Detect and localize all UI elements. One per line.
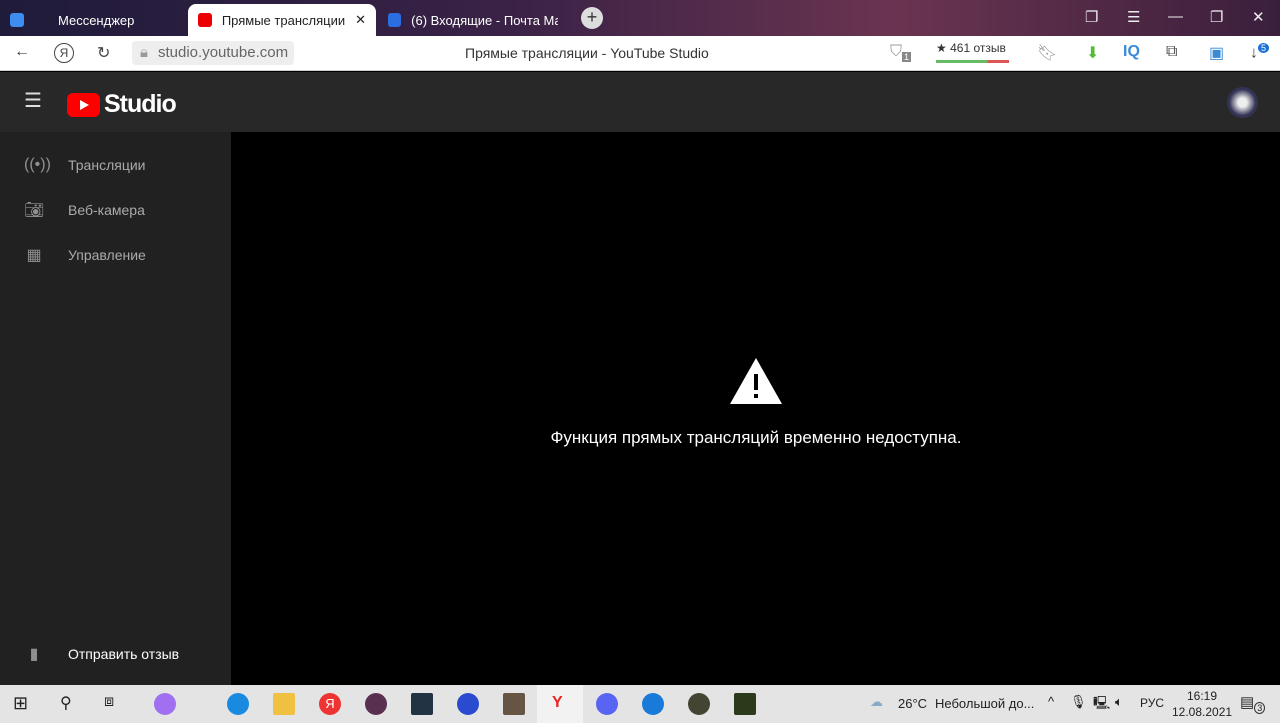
task-view-icon[interactable]: ⧈ — [104, 693, 114, 711]
sidebar-item-manage[interactable]: ▦ Управление — [0, 235, 231, 275]
app-round-icon[interactable] — [688, 693, 710, 715]
studio-logo[interactable]: Studio — [67, 90, 177, 119]
yandex-y-icon: Y — [552, 694, 563, 711]
audacity-icon[interactable] — [457, 693, 479, 715]
main-content: Функция прямых трансляций временно недос… — [232, 132, 1280, 685]
tab-mail[interactable]: (6) Входящие - Почта Mail — [378, 4, 568, 36]
sidebar: ((•)) Трансляции 📷︎ Веб-камера ▦ Управление… — [0, 132, 231, 685]
new-tab-button[interactable]: + — [581, 7, 603, 29]
download-arrow-icon[interactable]: ⬇ — [1086, 43, 1099, 63]
browser-tab-bar: Мессенджер Прямые трансляции - Y ✕ (6) В… — [0, 0, 1280, 36]
skype-like-icon[interactable] — [642, 693, 664, 715]
studio-header: ☰ Studio — [0, 72, 1280, 132]
close-window-button[interactable]: ✕ — [1252, 8, 1265, 26]
avatar[interactable] — [1227, 87, 1258, 118]
search-icon[interactable]: ⚲ — [60, 693, 72, 713]
tab-messenger[interactable]: Мессенджер — [0, 4, 185, 36]
chevron-up-icon[interactable]: ^ — [1048, 694, 1054, 709]
menu-icon[interactable]: ☰ — [1127, 8, 1140, 26]
game-icon[interactable] — [503, 693, 525, 715]
protect-icon[interactable]: ⛉ 1 — [890, 43, 912, 63]
screenshot-icon[interactable]: ▣ — [1209, 43, 1224, 63]
edge-icon[interactable] — [227, 693, 249, 715]
close-tab-icon[interactable]: ✕ — [355, 12, 366, 28]
reviews-widget[interactable]: ★ 461 отзыв — [936, 41, 1009, 63]
yandex-browser-icon[interactable]: Я — [319, 693, 341, 715]
bookmark-icon[interactable]: 🔖︎ — [1037, 43, 1057, 63]
minimize-button[interactable]: — — [1168, 8, 1183, 25]
send-feedback-button[interactable]: ▮ Отправить отзыв — [0, 634, 231, 674]
youtube-icon — [198, 13, 212, 27]
extensions-icon[interactable]: ⧉ — [1166, 43, 1177, 61]
nvidia-icon[interactable] — [734, 693, 756, 715]
windows-taskbar: ⊞ ⚲ ⧈ Я Y ☁ 26°C Небольшой до... ^ 🎙︎ 🖳 … — [0, 685, 1280, 723]
mail-icon — [388, 13, 402, 27]
address-bar[interactable]: 🔒︎ studio.youtube.com — [132, 41, 295, 65]
windows-start-icon[interactable]: ⊞ — [13, 693, 28, 714]
browser-toolbar: ← Я ↻ 🔒︎ studio.youtube.com Прямые трансл… — [0, 36, 1280, 71]
back-icon[interactable]: ← — [14, 43, 30, 61]
microphone-icon[interactable]: 🎙︎ — [1070, 694, 1087, 710]
video-editor-icon[interactable] — [411, 693, 433, 715]
messenger-icon — [10, 13, 24, 27]
weather-icon: ☁ — [870, 694, 883, 709]
downloads-icon[interactable]: ↓ 5 — [1250, 43, 1270, 62]
camera-icon: 📷︎ — [24, 202, 45, 219]
maximize-button[interactable]: ❐ — [1210, 8, 1223, 26]
calendar-icon: ▦ — [26, 247, 42, 264]
discord-icon[interactable] — [596, 693, 618, 715]
app-icon[interactable] — [365, 693, 387, 715]
volume-icon[interactable]: 🔈︎ — [1115, 694, 1123, 710]
network-icon[interactable]: 🖳 — [1093, 694, 1110, 716]
tab-youtube-studio[interactable]: Прямые трансляции - Y ✕ — [188, 4, 376, 36]
warning-icon — [730, 358, 782, 404]
collections-icon[interactable]: ❐ — [1085, 8, 1098, 26]
unavailable-message: Функция прямых трансляций временно недос… — [550, 428, 962, 447]
youtube-logo-icon — [67, 92, 100, 117]
yandex-active-app[interactable]: Y — [537, 685, 583, 723]
hamburger-menu-icon[interactable]: ☰ — [24, 88, 42, 113]
alice-icon[interactable] — [154, 693, 176, 715]
live-icon: ((•)) — [24, 156, 51, 173]
reload-icon[interactable]: ↻ — [97, 43, 110, 63]
lock-icon: 🔒︎ — [140, 44, 148, 61]
clock[interactable]: 16:19 12.08.2021 — [1172, 688, 1232, 720]
yandex-icon[interactable]: Я — [54, 43, 74, 63]
sidebar-item-streams[interactable]: ((•)) Трансляции — [0, 145, 231, 185]
iq-icon[interactable]: IQ — [1123, 43, 1140, 61]
page-title: Прямые трансляции - YouTube Studio — [465, 45, 709, 61]
file-explorer-icon[interactable] — [273, 693, 295, 715]
sidebar-item-webcam[interactable]: 📷︎ Веб-камера — [0, 190, 231, 230]
notifications-icon[interactable]: ▤ 3 — [1240, 693, 1266, 714]
feedback-icon: ▮ — [29, 646, 39, 663]
